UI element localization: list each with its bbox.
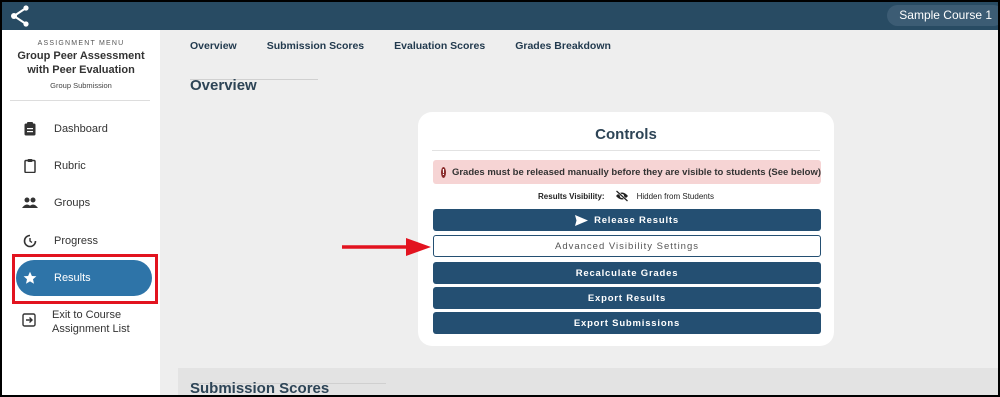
button-label: Export Submissions xyxy=(573,317,681,329)
course-selector[interactable]: Sample Course 1 xyxy=(887,5,998,26)
app-window: Sample Course 1 ASSIGNMENT MENU Group Pe… xyxy=(2,2,998,395)
tab-grades-breakdown[interactable]: Grades Breakdown xyxy=(515,40,611,52)
visibility-label: Results Visibility: xyxy=(538,191,605,201)
recalculate-grades-button[interactable]: Recalculate Grades xyxy=(433,262,821,284)
send-icon xyxy=(575,214,589,226)
rubric-icon xyxy=(22,158,38,174)
controls-card: Controls ! Grades must be released manua… xyxy=(418,112,834,346)
visibility-value: Hidden from Students xyxy=(636,191,714,201)
tab-overview[interactable]: Overview xyxy=(190,40,237,52)
sidebar-item-rubric[interactable]: Rubric xyxy=(16,149,152,183)
annotation-arrow xyxy=(342,238,431,256)
sidebar-item-dashboard[interactable]: Dashboard xyxy=(16,112,152,146)
button-label: Recalculate Grades xyxy=(575,267,679,279)
alert-icon: ! xyxy=(441,166,446,178)
sidebar-item-exit[interactable]: Exit to Course Assignment List xyxy=(16,308,152,348)
progress-icon xyxy=(22,233,38,249)
assignment-title: Group Peer Assessment with Peer Evaluati… xyxy=(17,50,145,76)
results-visibility-row: Results Visibility: Hidden from Students xyxy=(418,190,834,202)
button-label: Export Results xyxy=(587,292,667,304)
tab-evaluation-scores[interactable]: Evaluation Scores xyxy=(394,40,485,52)
release-results-button[interactable]: Release Results xyxy=(433,209,821,231)
sidebar-item-label: Exit to Course Assignment List xyxy=(52,309,130,335)
export-submissions-button[interactable]: Export Submissions xyxy=(433,312,821,334)
button-label: Advanced Visibility Settings xyxy=(555,240,699,252)
network-logo-icon[interactable] xyxy=(8,4,32,28)
sidebar: ASSIGNMENT MENU Group Peer Assessment wi… xyxy=(2,30,160,395)
sidebar-item-label: Groups xyxy=(54,197,91,209)
button-label: Release Results xyxy=(594,214,679,226)
tab-submission-scores[interactable]: Submission Scores xyxy=(267,40,364,52)
sidebar-item-groups[interactable]: Groups xyxy=(16,186,152,220)
menu-label: ASSIGNMENT MENU xyxy=(37,40,125,47)
people-icon xyxy=(22,195,38,211)
advanced-visibility-settings-button[interactable]: Advanced Visibility Settings xyxy=(433,235,821,257)
release-alert: ! Grades must be released manually befor… xyxy=(433,160,821,184)
assignment-type: Group Submission xyxy=(50,81,112,90)
sidebar-item-label: Progress xyxy=(54,235,99,247)
eye-off-icon xyxy=(615,190,629,202)
divider xyxy=(10,100,150,101)
sidebar-item-label: Dashboard xyxy=(54,123,108,135)
alert-text: Grades must be released manually before … xyxy=(451,166,821,178)
overview-title: Overview xyxy=(190,77,257,94)
sidebar-item-label: Rubric xyxy=(54,160,86,172)
annotation-highlight-box xyxy=(12,254,158,304)
exit-icon xyxy=(22,312,36,328)
submission-scores-title: Submission Scores xyxy=(190,380,330,395)
controls-divider xyxy=(432,150,820,151)
clipboard-icon xyxy=(22,121,38,137)
controls-title: Controls xyxy=(595,126,657,143)
tab-bar: Overview Submission Scores Evaluation Sc… xyxy=(180,30,631,62)
assignment-menu-header: ASSIGNMENT MENU Group Peer Assessment wi… xyxy=(2,40,160,90)
sidebar-item-progress[interactable]: Progress xyxy=(16,224,152,258)
top-bar: Sample Course 1 xyxy=(2,2,998,30)
export-results-button[interactable]: Export Results xyxy=(433,287,821,309)
